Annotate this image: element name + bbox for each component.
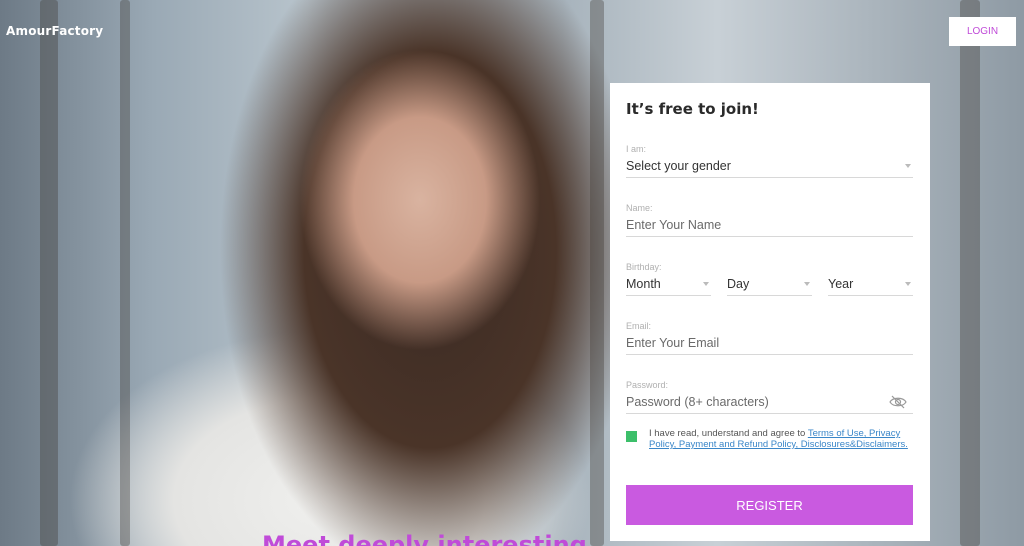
birthday-day-select[interactable]: Day bbox=[727, 272, 812, 296]
chevron-down-icon bbox=[703, 282, 709, 286]
chevron-down-icon bbox=[905, 282, 911, 286]
month-value: Month bbox=[626, 277, 661, 291]
register-button[interactable]: REGISTER bbox=[626, 485, 913, 525]
eye-off-icon[interactable] bbox=[889, 395, 907, 409]
birthday-month-select[interactable]: Month bbox=[626, 272, 711, 296]
tree-trunk bbox=[120, 0, 130, 546]
email-label: Email: bbox=[626, 321, 652, 331]
form-title: It’s free to join! bbox=[626, 100, 759, 118]
birthday-year-select[interactable]: Year bbox=[828, 272, 913, 296]
terms-text: I have read, understand and agree to Ter… bbox=[649, 428, 916, 450]
login-button[interactable]: LOGIN bbox=[949, 17, 1016, 46]
password-label: Password: bbox=[626, 380, 669, 390]
name-input[interactable]: Enter Your Name bbox=[626, 213, 913, 237]
gender-select-value: Select your gender bbox=[626, 159, 731, 173]
tree-trunk bbox=[40, 0, 58, 546]
gender-select[interactable]: Select your gender bbox=[626, 154, 913, 178]
brand-logo[interactable]: AmourFactory bbox=[6, 24, 103, 38]
email-input[interactable]: Enter Your Email bbox=[626, 331, 913, 355]
gender-field: I am: Select your gender bbox=[626, 144, 913, 178]
chevron-down-icon bbox=[804, 282, 810, 286]
birthday-field: Birthday: Month Day Year bbox=[626, 262, 913, 296]
hero-headline: Meet deeply interesting bbox=[262, 531, 587, 546]
terms-agreement: I have read, understand and agree to Ter… bbox=[626, 428, 916, 450]
name-field: Name: Enter Your Name bbox=[626, 203, 913, 237]
chevron-down-icon bbox=[905, 164, 911, 168]
tree-trunk bbox=[590, 0, 604, 546]
day-value: Day bbox=[727, 277, 750, 291]
password-placeholder: Password (8+ characters) bbox=[626, 395, 769, 409]
terms-intro: I have read, understand and agree to bbox=[649, 428, 808, 439]
password-field: Password: Password (8+ characters) bbox=[626, 380, 913, 414]
gender-label: I am: bbox=[626, 144, 647, 154]
name-label: Name: bbox=[626, 203, 653, 213]
birthday-label: Birthday: bbox=[626, 262, 662, 272]
year-value: Year bbox=[828, 277, 854, 291]
email-field: Email: Enter Your Email bbox=[626, 321, 913, 355]
tree-trunk bbox=[960, 0, 980, 546]
signup-card: It’s free to join! I am: Select your gen… bbox=[610, 83, 930, 541]
password-input[interactable]: Password (8+ characters) bbox=[626, 390, 913, 414]
terms-checkbox[interactable] bbox=[626, 431, 637, 442]
